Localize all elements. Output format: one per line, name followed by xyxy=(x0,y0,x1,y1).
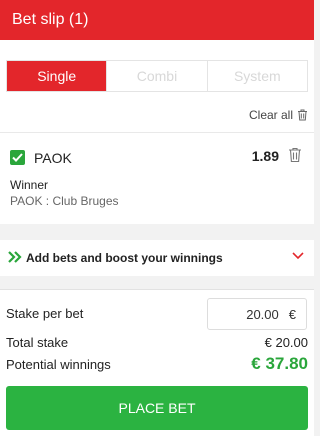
clear-all-label: Clear all xyxy=(248,108,293,122)
total-stake-value: € 20.00 xyxy=(264,335,308,350)
stake-per-bet-label: Stake per bet xyxy=(6,306,84,321)
tab-system[interactable]: System xyxy=(206,61,307,91)
total-stake-label: Total stake xyxy=(6,335,69,350)
tab-single[interactable]: Single xyxy=(7,61,107,91)
total-stake-row: Total stake € 20.00 xyxy=(6,335,308,350)
place-bet-button[interactable]: PLACE BET xyxy=(6,386,308,430)
boost-winnings-row[interactable]: Add bets and boost your winnings xyxy=(0,240,314,276)
chevron-down-icon xyxy=(292,252,304,260)
stake-input[interactable]: 20.00 € xyxy=(207,298,307,330)
bet-type-tabs: Single Combi System xyxy=(6,60,308,92)
bet-item: PAOK 1.89 Winner PAOK : Club Bruges xyxy=(0,132,314,224)
trash-icon xyxy=(298,109,307,121)
double-chevron-right-icon xyxy=(8,251,22,263)
remove-bet-trash-icon[interactable] xyxy=(288,147,302,163)
boost-label: Add bets and boost your winnings xyxy=(26,251,223,265)
betslip-header[interactable]: Bet slip (1) xyxy=(0,0,314,40)
stake-currency: € xyxy=(288,306,296,322)
betslip-title: Bet slip (1) xyxy=(12,11,89,28)
checkmark-icon xyxy=(12,153,23,162)
potential-winnings-row: Potential winnings € 37.80 xyxy=(6,354,308,374)
stake-value: 20.00 xyxy=(246,306,279,322)
bet-market: Winner xyxy=(10,178,49,192)
tab-combi[interactable]: Combi xyxy=(106,61,207,91)
clear-all-button[interactable]: Clear all xyxy=(249,108,308,122)
bet-checkbox[interactable] xyxy=(10,150,25,165)
bet-odds: 1.89 xyxy=(251,148,279,164)
potential-winnings-label: Potential winnings xyxy=(6,357,111,372)
stake-panel: Stake per bet 20.00 € Total stake € 20.0… xyxy=(0,289,314,436)
potential-winnings-value: € 37.80 xyxy=(251,354,308,373)
bet-team: PAOK xyxy=(34,150,72,166)
bet-type-panel: Single Combi System Clear all xyxy=(0,40,314,132)
bet-event: PAOK : Club Bruges xyxy=(10,194,119,208)
